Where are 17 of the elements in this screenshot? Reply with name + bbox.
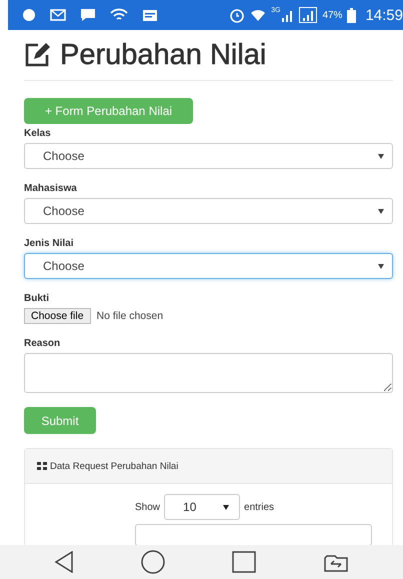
select-field[interactable]: Choose — [24, 143, 393, 169]
entries-label: entries — [244, 502, 274, 512]
page-size-select[interactable]: 10 — [164, 494, 240, 520]
field-label: Reason — [24, 338, 62, 349]
page-title: Perubahan Nilai — [60, 38, 266, 72]
select-field[interactable]: Choose — [24, 198, 393, 224]
clock-time: 14:59 — [365, 6, 403, 24]
battery-percent: 47% — [322, 10, 342, 20]
choose-file-button[interactable]: Choose file — [24, 308, 91, 324]
show-label: Show — [135, 502, 160, 512]
file-status: No file chosen — [96, 310, 164, 322]
field-label: Mahasiswa — [24, 183, 78, 194]
field-label: Bukti — [24, 293, 50, 304]
field-label: Jenis Nilai — [24, 238, 74, 249]
panel-title: Data Request Perubahan Nilai — [50, 460, 178, 472]
select-field[interactable]: Choose — [24, 253, 393, 279]
field-label: Kelas — [24, 128, 52, 139]
